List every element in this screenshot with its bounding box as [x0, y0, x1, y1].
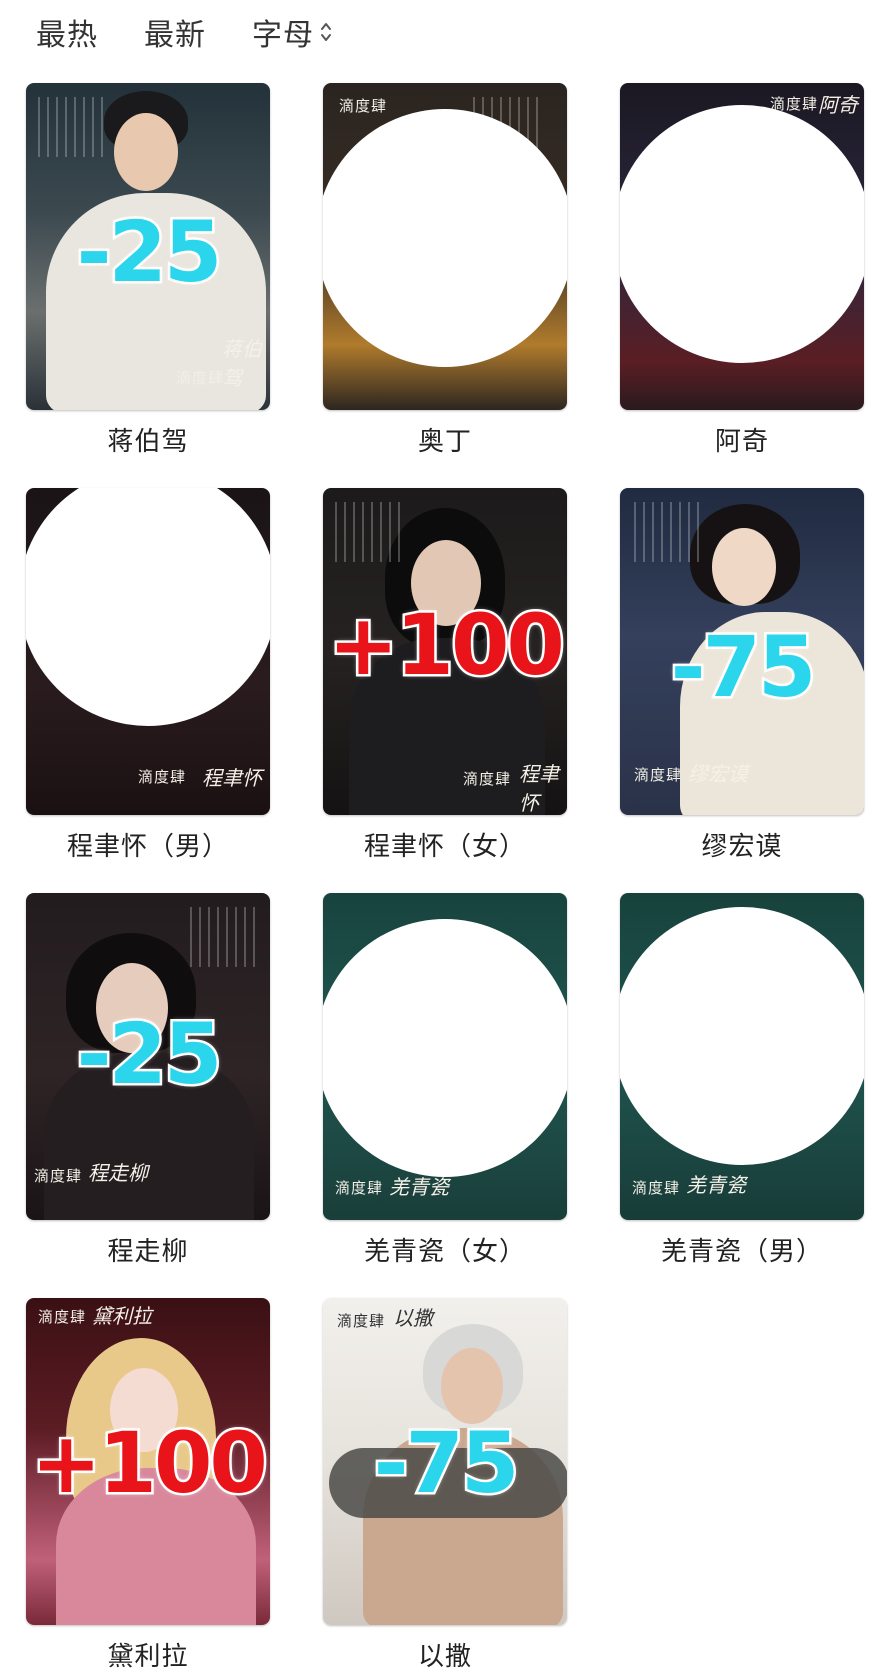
face-shape	[441, 1348, 503, 1424]
score-badge: -25	[74, 1003, 225, 1106]
poster-logo: 滴度肆	[632, 1179, 681, 1197]
poster-text-lines	[38, 97, 108, 157]
poster-logo: 滴度肆	[335, 1179, 384, 1197]
poster-logo: 滴度肆	[38, 1308, 87, 1326]
character-name: 缪宏谟	[701, 832, 783, 862]
character-card[interactable]: 滴度肆 羌青瓷 羌青瓷（女）	[323, 893, 567, 1273]
face-shape	[712, 528, 776, 606]
character-card[interactable]: 滴度肆 阿奇 阿奇	[620, 83, 864, 463]
poster-signature: 黛利拉	[92, 1304, 152, 1328]
poster-signature: 羌青瓷	[686, 1173, 746, 1197]
image-redaction-circle	[26, 488, 270, 726]
character-card[interactable]: 滴度肆 程聿怀 程聿怀（男）	[26, 488, 270, 868]
character-name: 奥丁	[417, 427, 472, 457]
poster-logo: 滴度肆	[34, 1167, 83, 1185]
tab-hot[interactable]: 最热	[36, 10, 98, 54]
poster-text-lines	[190, 907, 260, 967]
character-poster: 滴度肆	[323, 83, 567, 410]
poster-logo: 滴度肆	[463, 770, 512, 788]
character-poster: 滴度肆 羌青瓷	[620, 893, 864, 1220]
score-badge: -25	[74, 201, 225, 304]
poster-text-lines	[335, 502, 405, 562]
character-card[interactable]: 滴度肆 缪宏谟 -75 缪宏谟	[620, 488, 864, 868]
sort-tabs: 最热 最新 字母	[36, 8, 378, 56]
image-redaction-circle	[323, 109, 567, 367]
image-redaction-circle	[620, 907, 864, 1165]
poster-logo: 滴度肆	[634, 766, 683, 784]
poster-logo: 滴度肆	[176, 369, 225, 387]
poster-text-lines	[634, 502, 704, 562]
tab-alpha[interactable]: 字母	[252, 10, 332, 54]
poster-signature: 程聿怀	[519, 762, 559, 815]
character-name: 程聿怀（男）	[66, 832, 229, 862]
character-poster: 滴度肆 羌青瓷	[323, 893, 567, 1220]
character-poster: 滴度肆 程聿怀	[26, 488, 270, 815]
poster-signature: 蒋伯驾	[222, 337, 262, 390]
tab-alpha-label: 字母	[252, 18, 314, 53]
poster-signature: 缪宏谟	[688, 762, 748, 786]
character-poster: 滴度肆 蒋伯驾 -25	[26, 83, 270, 410]
image-redaction-circle	[620, 105, 864, 363]
character-poster: 滴度肆 黛利拉 +100	[26, 1298, 270, 1625]
poster-logo: 滴度肆	[138, 768, 187, 786]
poster-signature: 羌青瓷	[389, 1175, 449, 1199]
character-name: 羌青瓷（女）	[363, 1237, 526, 1267]
character-gallery-page: 最热 最新 字母 滴度肆 蒋伯驾 -25 蒋伯驾 滴度肆 奥丁 滴度肆 阿奇 阿…	[0, 0, 887, 1671]
score-badge: +100	[29, 1412, 270, 1515]
character-card[interactable]: 滴度肆 奥丁	[323, 83, 567, 463]
character-poster: 滴度肆 以撒 -75	[323, 1298, 567, 1625]
character-card[interactable]: 滴度肆 黛利拉 +100 黛利拉	[26, 1298, 270, 1671]
score-badge: +100	[326, 594, 567, 697]
poster-logo: 滴度肆	[337, 1312, 386, 1330]
character-name: 以撒	[417, 1642, 472, 1671]
poster-signature: 以撒	[393, 1306, 433, 1330]
character-name: 阿奇	[714, 427, 769, 457]
character-card[interactable]: 滴度肆 程聿怀 +100 程聿怀（女）	[323, 488, 567, 868]
tab-newest[interactable]: 最新	[144, 10, 206, 54]
character-name: 黛利拉	[107, 1642, 189, 1671]
character-poster: 滴度肆 程走柳 -25	[26, 893, 270, 1220]
character-card[interactable]: 滴度肆 以撒 -75 以撒	[323, 1298, 567, 1671]
image-redaction-circle	[323, 919, 567, 1177]
poster-signature: 程走柳	[88, 1161, 148, 1185]
face-shape	[114, 113, 178, 191]
character-name: 程走柳	[107, 1237, 189, 1267]
character-card[interactable]: 滴度肆 羌青瓷 羌青瓷（男）	[620, 893, 864, 1273]
poster-signature: 程聿怀	[202, 766, 262, 790]
character-card[interactable]: 滴度肆 程走柳 -25 程走柳	[26, 893, 270, 1273]
character-name: 羌青瓷（男）	[660, 1237, 823, 1267]
score-badge: -75	[668, 616, 819, 719]
poster-logo: 滴度肆	[339, 97, 388, 115]
character-name: 蒋伯驾	[107, 427, 189, 457]
character-poster: 滴度肆 阿奇	[620, 83, 864, 410]
character-name: 程聿怀（女）	[363, 832, 526, 862]
character-poster: 滴度肆 缪宏谟 -75	[620, 488, 864, 815]
score-badge: -75	[371, 1412, 522, 1515]
tab-hot-label: 最热	[36, 18, 98, 53]
character-poster: 滴度肆 程聿怀 +100	[323, 488, 567, 815]
sort-updown-icon	[321, 23, 331, 41]
tab-newest-label: 最新	[144, 18, 206, 53]
poster-signature: 阿奇	[818, 93, 858, 117]
character-card[interactable]: 滴度肆 蒋伯驾 -25 蒋伯驾	[26, 83, 270, 463]
